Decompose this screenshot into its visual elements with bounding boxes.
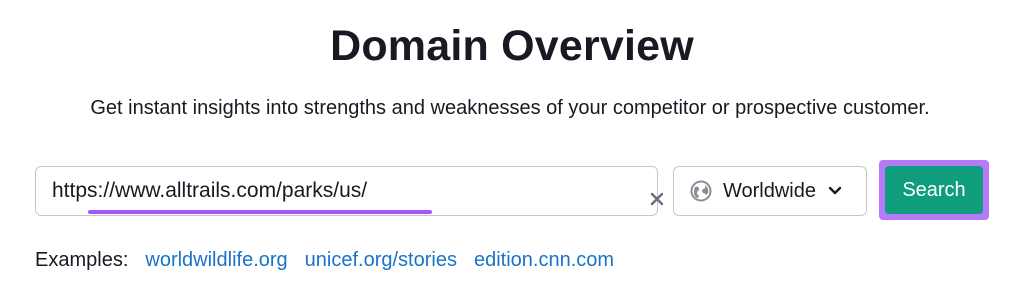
clear-input-button[interactable] <box>641 183 673 215</box>
example-link[interactable]: worldwildlife.org <box>145 249 287 272</box>
globe-icon <box>690 180 712 202</box>
url-highlight-underline <box>88 210 432 214</box>
page-title: Domain Overview <box>330 22 694 70</box>
domain-input-value[interactable]: https://www.alltrails.com/parks/us/ <box>52 179 367 203</box>
close-icon <box>650 192 664 206</box>
chevron-down-icon <box>828 186 842 195</box>
search-bar: https://www.alltrails.com/parks/us/ Worl… <box>0 160 1024 222</box>
database-select[interactable]: Worldwide <box>673 166 867 216</box>
search-button[interactable]: Search <box>885 166 983 214</box>
examples-label: Examples: <box>35 248 129 271</box>
examples-row: Examples: worldwildlife.org unicef.org/s… <box>35 247 631 273</box>
page-subtitle: Get instant insights into strengths and … <box>90 97 930 119</box>
database-label: Worldwide <box>723 179 816 202</box>
domain-search-input[interactable]: https://www.alltrails.com/parks/us/ <box>35 166 664 216</box>
example-link[interactable]: unicef.org/stories <box>305 249 457 272</box>
example-link[interactable]: edition.cnn.com <box>474 249 614 272</box>
